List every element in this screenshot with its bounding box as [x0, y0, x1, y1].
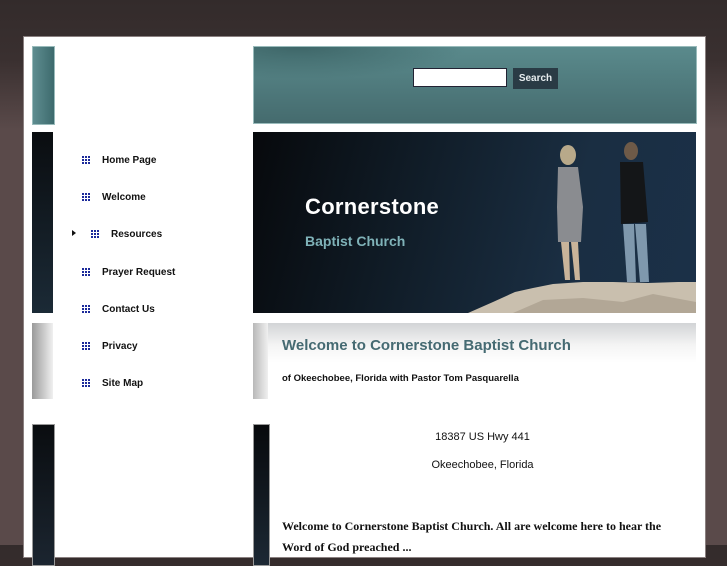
grid-bullet-icon: [82, 342, 90, 350]
grid-bullet-icon: [82, 379, 90, 387]
address-city: Okeechobee, Florida: [431, 459, 534, 471]
nav-item-resources[interactable]: Resources: [72, 224, 163, 244]
grid-bullet-icon: [82, 268, 90, 276]
banner-title: Cornerstone: [305, 194, 440, 219]
header-bar: Search: [253, 46, 697, 124]
grid-bullet-icon: [82, 305, 90, 313]
nav-item-label: Privacy: [102, 340, 138, 352]
nav-item-label: Home Page: [102, 154, 157, 166]
nav-item-contact-us[interactable]: Contact Us: [74, 299, 155, 319]
banner-subtitle: Baptist Church: [305, 233, 406, 249]
hero-banner: Cornerstone Baptist Church: [253, 132, 696, 313]
nav-item-label: Resources: [111, 228, 163, 240]
nav-item-prayer-request[interactable]: Prayer Request: [74, 262, 175, 282]
welcome-body-text: Welcome to Cornerstone Baptist Church. A…: [282, 519, 662, 554]
welcome-heading: Welcome to Cornerstone Baptist Church: [282, 337, 571, 354]
decorative-strip: [32, 323, 53, 399]
decorative-shade: [253, 323, 268, 399]
grid-bullet-icon: [91, 230, 99, 238]
nav-item-welcome[interactable]: Welcome: [74, 187, 146, 207]
address-street: 18387 US Hwy 441: [435, 431, 530, 443]
nav-item-site-map[interactable]: Site Map: [74, 373, 143, 393]
arrow-right-icon: [72, 230, 76, 236]
welcome-section: Welcome to Cornerstone Baptist Church of…: [253, 323, 696, 399]
nav-item-label: Contact Us: [102, 303, 155, 315]
nav-item-label: Prayer Request: [102, 266, 176, 278]
woman-figure: [557, 145, 583, 280]
nav-item-label: Welcome: [102, 191, 146, 203]
man-figure: [620, 142, 649, 282]
decorative-strip: [32, 46, 55, 125]
grid-bullet-icon: [82, 156, 90, 164]
banner-photo: [468, 142, 696, 313]
nav-item-privacy[interactable]: Privacy: [74, 336, 138, 356]
grid-bullet-icon: [82, 193, 90, 201]
search-input[interactable]: [413, 68, 507, 87]
page-container: Search Cornerstone Baptist Church Home P…: [23, 36, 706, 566]
nav-item-label: Site Map: [102, 377, 144, 389]
search-button[interactable]: Search: [513, 68, 558, 89]
decorative-strip: [32, 132, 53, 313]
welcome-subheading: of Okeechobee, Florida with Pastor Tom P…: [282, 373, 519, 384]
nav-item-home-page[interactable]: Home Page: [74, 150, 156, 170]
